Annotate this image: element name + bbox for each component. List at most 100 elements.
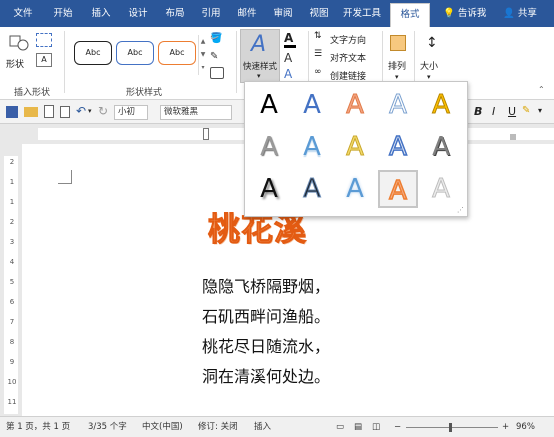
vertical-ruler-tick: 2 [9,158,15,166]
new-document-icon[interactable] [44,105,54,118]
undo-icon[interactable]: ↶ [76,104,86,118]
shape-style-1[interactable]: Abc [74,41,112,65]
wordart-style-4[interactable]: A [378,86,418,124]
text-box-icon[interactable]: A [36,53,52,67]
tab-developer[interactable]: 开发工具 [338,0,386,27]
size-label: 大小 [420,62,439,72]
text-direction-button[interactable]: ⇅ 文字方向 [314,31,384,46]
tab-format[interactable]: 格式 [390,3,430,27]
lightbulb-icon: 💡 [443,8,455,19]
size-button[interactable]: ↕ 大小 ▾ [418,31,444,85]
vertical-ruler-tick: 4 [9,258,15,266]
wordart-style-14-selected[interactable]: A [378,170,418,208]
font-name-select[interactable]: 微软雅黑 [160,105,232,120]
ruler-right-marker[interactable] [510,134,516,140]
zoom-in-icon[interactable]: + [502,417,509,437]
arrange-icon [390,35,406,51]
tab-references[interactable]: 引用 [194,0,228,27]
language-indicator[interactable]: 中文(中国) [142,417,183,437]
track-changes-status[interactable]: 修订: 关闭 [198,417,238,437]
text-direction-icon: ⇅ [314,31,322,41]
align-text-button[interactable]: ☰ 对齐文本 [314,49,384,64]
font-name-value: 微软雅黑 [164,107,199,117]
text-fill-icon[interactable]: A [284,31,302,48]
text-outline-icon[interactable]: A [284,51,302,65]
wordart-style-12[interactable]: A [292,170,332,208]
vertical-ruler-tick: 1 [9,198,15,206]
tab-file[interactable]: 文件 [4,0,42,27]
share-label: 共享 [517,8,537,19]
text-effects-icon[interactable]: A [284,67,302,81]
person-icon: 👤 [503,8,515,19]
save-icon[interactable] [6,106,18,118]
shape-styles-scroll[interactable]: ▲ ▼ ▾ [198,35,207,75]
italic-b-icon[interactable]: B [474,105,482,118]
edit-shape-icon[interactable] [36,33,52,47]
underline-icon[interactable]: U [508,105,516,118]
shape-style-2[interactable]: Abc [116,41,154,65]
page-count[interactable]: 第 1 页，共 1 页 [6,417,70,437]
tell-me-search[interactable]: 💡 告诉我 [443,0,486,27]
create-link-button[interactable]: ∞ 创建链接 [314,67,384,82]
chevron-down-icon: ▾ [257,72,261,80]
shape-style-3[interactable]: Abc [158,41,196,65]
print-layout-icon[interactable]: ▤ [354,417,362,437]
wordart-style-7[interactable]: A [292,128,332,166]
customize-toolbar-icon[interactable]: ▾ [538,106,542,115]
italic-icon[interactable]: I [492,105,495,118]
poem-line-2: 石矶西畔问渔船。 [202,307,331,326]
chevron-down-icon[interactable]: ▾ [88,107,92,115]
tab-insert[interactable]: 插入 [84,0,118,27]
wordart-style-9[interactable]: A [378,128,418,166]
collapse-ribbon-icon[interactable]: ⌃ [538,85,545,94]
wordart-style-6[interactable]: A [249,128,289,166]
shapes-button[interactable]: 形状 [6,31,32,81]
text-direction-label: 文字方向 [330,36,367,46]
web-layout-icon[interactable]: ◫ [372,417,380,437]
wordart-style-8[interactable]: A [335,128,375,166]
tab-mailings[interactable]: 邮件 [230,0,264,27]
wordart-style-5[interactable]: A [421,86,461,124]
vertical-ruler-tick: 5 [9,278,15,286]
quick-styles-button[interactable]: A 快速样式 ▾ [240,29,280,83]
tab-design[interactable]: 设计 [120,0,156,27]
size-icon: ↕ [426,35,438,51]
vertical-ruler-tick: 1 [9,178,15,186]
wordart-a-icon: A [251,32,267,57]
share-button[interactable]: 👤 共享 [503,0,537,27]
insert-mode[interactable]: 插入 [254,417,271,437]
print-preview-icon[interactable] [60,106,70,118]
zoom-out-icon[interactable]: − [394,417,401,437]
indent-marker[interactable] [203,128,209,140]
open-folder-icon[interactable] [24,107,38,117]
align-text-label: 对齐文本 [330,54,367,64]
highlight-icon[interactable]: ✎ [522,105,530,116]
wordart-style-3[interactable]: A [335,86,375,124]
tab-view[interactable]: 视图 [302,0,336,27]
word-count[interactable]: 3/35 个字 [88,417,127,437]
tab-layout[interactable]: 布局 [158,0,192,27]
font-size-select[interactable]: 小初 [114,105,148,120]
wordart-style-15[interactable]: A [421,170,461,208]
tab-home[interactable]: 开始 [44,0,82,27]
shape-outline-icon[interactable]: ✎ [210,51,224,63]
wordart-style-13[interactable]: A [335,170,375,208]
wordart-style-11[interactable]: A [249,170,289,208]
wordart-style-10[interactable]: A [421,128,461,166]
read-mode-icon[interactable]: ▭ [336,417,344,437]
zoom-slider-thumb[interactable] [449,423,452,432]
poem-line-4: 洞在清溪何处边。 [202,367,331,386]
shape-effects-icon[interactable] [210,67,224,79]
resize-grip-icon[interactable]: ⋰ [457,206,464,214]
tab-review[interactable]: 审阅 [266,0,300,27]
ribbon-tab-bar: 文件 开始 插入 设计 布局 引用 邮件 审阅 视图 开发工具 格式 💡 告诉我… [0,0,554,27]
shape-fill-icon[interactable]: 🪣 [210,33,224,45]
zoom-slider[interactable] [406,423,498,432]
arrange-button[interactable]: 排列 ▾ [386,31,412,85]
wordart-style-2[interactable]: A [292,86,332,124]
vertical-ruler-tick: 2 [9,218,15,226]
zoom-level[interactable]: 96% [516,417,535,437]
redo-icon[interactable]: ↻ [98,104,108,118]
poem-line-3: 桃花尽日随流水， [202,337,331,356]
wordart-style-1[interactable]: A [249,86,289,124]
